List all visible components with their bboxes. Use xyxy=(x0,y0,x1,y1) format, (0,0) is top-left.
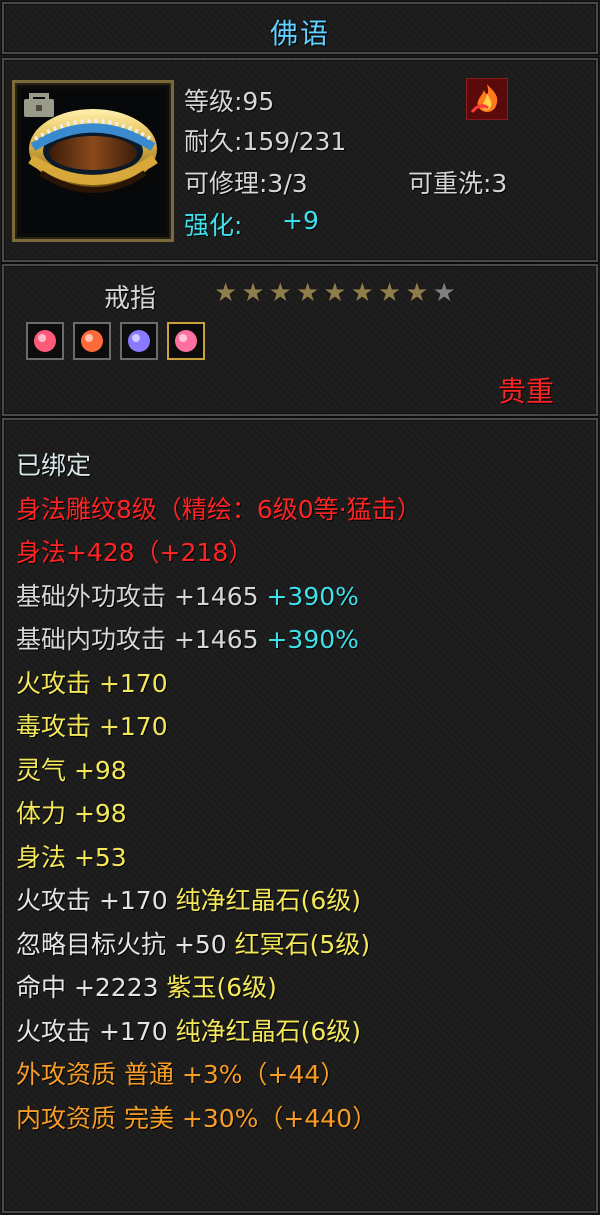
attribute-text: 火攻击 +170 xyxy=(16,668,168,698)
gem-panel: 戒指 ★ ★ ★ ★ ★ ★ ★ ★ ★ 贵重 xyxy=(2,264,598,416)
flame-icon[interactable] xyxy=(466,78,508,120)
attribute-panel: 已绑定身法雕纹8级（精绘：6级0等·猛击） 身法+428（+218） 基础外功攻击 … xyxy=(2,418,598,1213)
attribute-text: 火攻击 +170 xyxy=(16,1016,176,1046)
attribute-text: 紫玉(6级) xyxy=(166,973,277,1002)
star-filled-icon: ★ xyxy=(268,278,292,308)
item-icon-frame xyxy=(12,80,174,242)
attribute-text: 已绑定 xyxy=(16,451,92,480)
attribute-line: 身法雕纹8级（精绘：6级0等·猛击） xyxy=(16,488,422,532)
item-repairable: 可修理:3/3 xyxy=(184,169,308,198)
attribute-line: 内攻资质 完美 +30%（+440） xyxy=(16,1097,422,1141)
gem-sockets xyxy=(26,322,214,364)
star-empty-icon: ★ xyxy=(432,278,456,308)
attribute-text: +390% xyxy=(266,581,359,611)
attribute-text: 基础外功攻击 +1465 xyxy=(16,581,267,611)
attribute-line: 外攻资质 普通 +3%（+44） xyxy=(16,1053,422,1097)
attribute-line: 毒攻击 +170 xyxy=(16,705,422,749)
item-rarity: 贵重 xyxy=(497,375,554,408)
attribute-line: 命中 +2223 紫玉(6级) xyxy=(16,966,422,1010)
star-filled-icon: ★ xyxy=(350,278,374,308)
star-rating: ★ ★ ★ ★ ★ ★ ★ ★ ★ xyxy=(214,280,460,306)
attribute-text: 内攻资质 完美 +30%（+440） xyxy=(16,1103,378,1133)
star-filled-icon: ★ xyxy=(295,278,320,308)
attribute-line: 身法 +53 xyxy=(16,836,422,880)
attribute-line: 火攻击 +170 纯净红晶石(6级) xyxy=(16,1010,422,1054)
attribute-text: 毒攻击 +170 xyxy=(16,712,168,741)
attribute-text: 纯净红晶石(6级) xyxy=(175,886,361,915)
attribute-text: 体力 +98 xyxy=(16,799,127,828)
item-level: 等级:95 xyxy=(184,87,275,116)
title-bar: 佛语 xyxy=(2,2,598,54)
attribute-text: 红冥石(5级) xyxy=(234,929,371,959)
lock-icon xyxy=(24,93,54,117)
attribute-list: 已绑定身法雕纹8级（精绘：6级0等·猛击） 身法+428（+218） 基础外功攻击 … xyxy=(16,444,422,1140)
purple-gem-icon[interactable] xyxy=(120,322,158,360)
star-filled-icon: ★ xyxy=(405,278,429,308)
attribute-text: 火攻击 +170 xyxy=(16,886,176,915)
attribute-text: +390% xyxy=(266,625,359,654)
attribute-line: 灵气 +98 xyxy=(16,749,422,793)
attribute-line: 体力 +98 xyxy=(16,792,422,836)
item-enhance-label: 强化: xyxy=(184,211,243,240)
item-rewash: 可重洗:3 xyxy=(408,169,508,198)
item-enhance-value: +9 xyxy=(282,206,319,235)
attribute-line: 火攻击 +170 纯净红晶石(6级) xyxy=(16,879,422,923)
attribute-text: 灵气 +98 xyxy=(16,755,127,785)
attribute-line: 已绑定 xyxy=(16,444,422,488)
red-gem-icon[interactable] xyxy=(26,322,64,360)
star-filled-icon: ★ xyxy=(241,278,265,308)
star-filled-icon: ★ xyxy=(377,278,402,308)
item-type: 戒指 xyxy=(104,284,157,314)
attribute-text: 身法 +53 xyxy=(16,842,127,872)
item-info-panel: 等级:95 耐久:159/231 可修理:3/3 可重洗:3 强化: +9 xyxy=(2,58,598,262)
attribute-text: 忽略目标火抗 +50 xyxy=(16,929,235,959)
attribute-line: 忽略目标火抗 +50 红冥石(5级) xyxy=(16,923,422,967)
attribute-line: 基础外功攻击 +1465 +390% xyxy=(16,575,422,619)
attribute-text: 基础内功攻击 +1465 xyxy=(16,625,267,654)
item-durability: 耐久:159/231 xyxy=(184,127,347,156)
attribute-text: 命中 +2223 xyxy=(16,973,167,1002)
star-filled-icon: ★ xyxy=(214,278,238,308)
attribute-text: 身法+428（+218） xyxy=(16,538,254,567)
star-filled-icon: ★ xyxy=(323,278,347,308)
attribute-text: 身法雕纹8级（精绘：6级0等·猛击） xyxy=(16,494,422,524)
item-name: 佛语 xyxy=(269,17,330,50)
attribute-line: 身法+428（+218） xyxy=(16,531,422,575)
item-tooltip: 佛语 等级:95 耐久:159/231 可修理:3/3 可重洗:3 强化: +9… xyxy=(0,0,600,1215)
attribute-line: 基础内功攻击 +1465 +390% xyxy=(16,618,422,662)
orange-gem-icon[interactable] xyxy=(73,322,111,360)
attribute-text: 纯净红晶石(6级) xyxy=(175,1016,361,1046)
attribute-text: 外攻资质 普通 +3%（+44） xyxy=(16,1060,346,1089)
attribute-line: 火攻击 +170 xyxy=(16,662,422,706)
pink-gem-icon[interactable] xyxy=(167,322,205,360)
